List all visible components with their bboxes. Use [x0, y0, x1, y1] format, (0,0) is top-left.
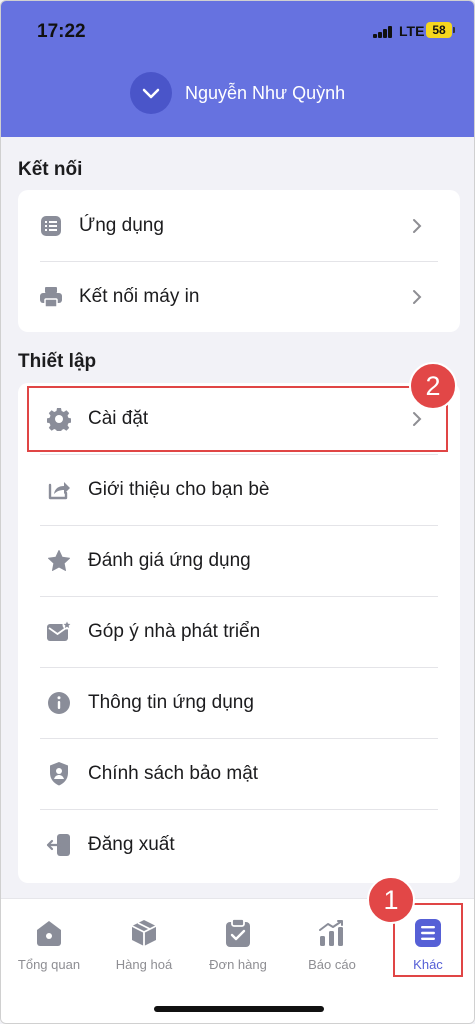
- chevron-right-icon: [413, 289, 422, 304]
- menu-item-label: Đánh giá ứng dụng: [88, 549, 251, 571]
- tab-label: Báo cáo: [308, 957, 356, 972]
- box-icon: [99, 917, 189, 949]
- tab-label: Đơn hàng: [209, 957, 267, 972]
- clipboard-icon: [193, 917, 283, 949]
- section-title-thiet-lap: Thiết lập: [18, 351, 97, 372]
- tab-tong-quan[interactable]: Tổng quan: [4, 917, 94, 972]
- tab-bao-cao[interactable]: Báo cáo: [287, 917, 377, 972]
- logout-icon: [46, 832, 72, 858]
- list-icon: [38, 213, 64, 239]
- network-type: LTE: [399, 23, 425, 39]
- home-indicator: [154, 1006, 324, 1012]
- battery-icon: 58: [426, 22, 455, 38]
- status-bar: 17:22 LTE 58: [1, 15, 474, 45]
- account-switcher[interactable]: Nguyễn Như Quỳnh: [130, 72, 345, 114]
- menu-item-label: Ứng dụng: [79, 214, 164, 236]
- printer-icon: [38, 284, 64, 310]
- tab-label: Tổng quan: [17, 957, 81, 972]
- menu-item-label: Góp ý nhà phát triển: [88, 620, 261, 642]
- feedback-mail-icon: [46, 619, 72, 645]
- menu-item-label: Kết nối máy in: [79, 285, 200, 307]
- section-title-ket-noi: Kết nối: [18, 159, 83, 180]
- menu-item-gioi-thieu[interactable]: Giới thiệu cho bạn bè: [18, 454, 460, 525]
- menu-item-label: Chính sách bảo mật: [88, 762, 259, 784]
- card-ket-noi: Ứng dụng Kết nối máy in: [18, 190, 460, 332]
- menu-item-thong-tin[interactable]: Thông tin ứng dụng: [18, 667, 460, 738]
- chevron-down-icon[interactable]: [130, 72, 172, 114]
- chevron-right-icon: [413, 218, 422, 233]
- star-icon: [46, 548, 72, 574]
- menu-item-label: Thông tin ứng dụng: [88, 691, 254, 713]
- menu-item-label: Giới thiệu cho bạn bè: [88, 478, 270, 500]
- shield-user-icon: [46, 761, 72, 787]
- header: 17:22 LTE 58 Nguyễn Như Quỳnh: [1, 1, 474, 137]
- tab-hang-hoa[interactable]: Hàng hoá: [99, 917, 189, 972]
- chart-icon: [287, 917, 377, 949]
- account-name: Nguyễn Như Quỳnh: [185, 82, 346, 103]
- menu-item-gop-y[interactable]: Góp ý nhà phát triển: [18, 596, 460, 667]
- home-icon: [4, 917, 94, 949]
- menu-item-danh-gia[interactable]: Đánh giá ứng dụng: [18, 525, 460, 596]
- menu-item-chinh-sach[interactable]: Chính sách bảo mật: [18, 738, 460, 809]
- status-time: 17:22: [37, 21, 86, 42]
- app-screen: 17:22 LTE 58 Nguyễn Như Quỳnh Kết nối Ứn…: [0, 0, 475, 1024]
- card-thiet-lap: Cài đặt Giới thiệu cho bạn bè Đánh giá ứ…: [18, 383, 460, 883]
- tab-label: Hàng hoá: [115, 957, 173, 972]
- cellular-signal-icon: [373, 26, 393, 38]
- tab-don-hang[interactable]: Đơn hàng: [193, 917, 283, 972]
- share-icon: [46, 477, 72, 503]
- annotation-badge-2: 2: [409, 362, 457, 410]
- menu-item-ung-dung[interactable]: Ứng dụng: [18, 190, 460, 261]
- annotation-badge-1: 1: [367, 876, 415, 924]
- menu-item-ket-noi-may-in[interactable]: Kết nối máy in: [18, 261, 460, 332]
- annotation-highlight-settings: [27, 386, 448, 452]
- menu-item-dang-xuat[interactable]: Đăng xuất: [18, 809, 460, 880]
- menu-item-label: Đăng xuất: [88, 833, 175, 855]
- info-icon: [46, 690, 72, 716]
